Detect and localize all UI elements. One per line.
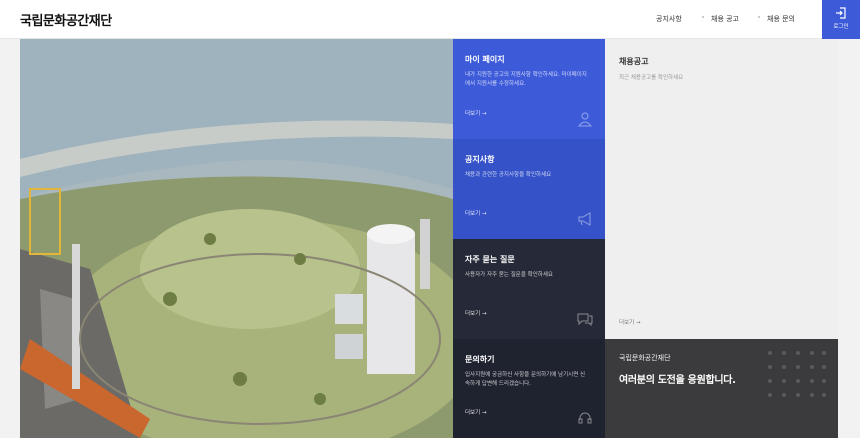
- card-notice[interactable]: 공지사항 채용과 관련한 공지사항을 확인하세요 더보기 →: [453, 139, 605, 239]
- nav-notice[interactable]: 공지사항: [656, 14, 682, 24]
- top-header: 국립문화공간재단 공지사항 채용 공고 채용 문의 로그인: [0, 0, 860, 39]
- card-faq[interactable]: 자주 묻는 질문 사용자가 자주 묻는 질문을 확인하세요 더보기 →: [453, 239, 605, 339]
- card-title: 자주 묻는 질문: [465, 255, 515, 264]
- recruit-more-link[interactable]: 더보기 →: [619, 318, 641, 326]
- chat-icon: [577, 313, 593, 327]
- login-icon: [836, 7, 846, 19]
- nav-recruit[interactable]: 채용 공고: [711, 14, 739, 24]
- card-title: 문의하기: [465, 355, 495, 364]
- card-desc: 입사지원에 궁금하신 사항을 문의하기에 남기시면 신속하게 답변해 드리겠습니…: [465, 372, 586, 387]
- nav-inquiry[interactable]: 채용 문의: [767, 14, 795, 24]
- card-title: 공지사항: [465, 155, 495, 164]
- megaphone-icon: [578, 212, 591, 226]
- card-my-page[interactable]: 마이 페이지 내가 지원한 공고의 지원사항 확인하세요. 마이페이지에서 지원…: [453, 39, 605, 139]
- nav-divider: [702, 16, 704, 18]
- hero-aerial-image: [20, 39, 453, 438]
- recruit-panel[interactable]: 채용공고 최근 채용공고를 확인하세요 더보기 →: [605, 39, 838, 339]
- nav-divider: [758, 16, 760, 18]
- dot-pattern-decoration: [768, 351, 826, 397]
- card-more-link[interactable]: 더보기 →: [465, 408, 487, 416]
- user-icon: [577, 112, 593, 127]
- card-more-link[interactable]: 더보기 →: [465, 209, 487, 217]
- card-desc: 내가 지원한 공고의 지원사항 확인하세요. 마이페이지에서 지원서를 수정하세…: [465, 72, 587, 87]
- card-more-link[interactable]: 더보기 →: [465, 109, 487, 117]
- login-button[interactable]: 로그인: [822, 0, 860, 39]
- card-more-link[interactable]: 더보기 →: [465, 309, 487, 317]
- site-logo[interactable]: 국립문화공간재단: [20, 10, 112, 29]
- slogan-panel: 국립문화공간재단 여러분의 도전을 응원합니다.: [605, 339, 838, 438]
- card-desc: 채용과 관련한 공지사항을 확인하세요: [465, 172, 552, 178]
- headset-icon: [578, 412, 592, 424]
- card-title: 마이 페이지: [465, 55, 505, 64]
- card-desc: 사용자가 자주 묻는 질문을 확인하세요: [465, 272, 553, 278]
- card-inquiry[interactable]: 문의하기 입사지원에 궁금하신 사항을 문의하기에 남기시면 신속하게 답변해 …: [453, 339, 605, 438]
- login-label: 로그인: [833, 24, 849, 30]
- recruit-title: 채용공고: [619, 57, 649, 66]
- recruit-desc: 최근 채용공고를 확인하세요: [619, 75, 684, 81]
